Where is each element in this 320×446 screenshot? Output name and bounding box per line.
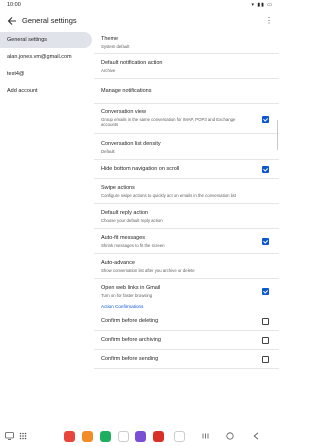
settings-list: Theme System default Default notificatio… <box>94 32 279 422</box>
sidebar-item-account-alan[interactable]: alan.jones.vm@gmail.com <box>0 49 94 65</box>
open-web-links-checkbox[interactable] <box>262 288 269 295</box>
setting-subtitle: Group emails in the same conversation fo… <box>101 117 236 128</box>
setting-title: Confirm before deleting <box>101 318 159 324</box>
confirm-deleting-checkbox[interactable] <box>262 318 269 325</box>
setting-title: Auto-advance <box>101 260 135 266</box>
setting-subtitle: Turn on for faster browsing <box>101 293 153 298</box>
status-time: 10:00 <box>7 2 21 8</box>
setting-open-web-links[interactable]: Open web links in Gmail Turn on for fast… <box>94 279 279 302</box>
app-icon-red-2[interactable] <box>153 431 164 442</box>
sidebar-item-account-test4[interactable]: test4@ <box>0 66 94 82</box>
home-icon[interactable] <box>226 432 234 440</box>
back-arrow-icon[interactable] <box>6 15 18 27</box>
setting-default-notification-action[interactable]: Default notification action Archive <box>94 54 279 79</box>
setting-auto-fit-messages[interactable]: Auto-fit messages Shrink messages to fit… <box>94 229 279 254</box>
setting-subtitle: System default <box>101 44 130 49</box>
setting-title: Manage notifications <box>101 88 152 94</box>
setting-title: Default notification action <box>101 60 163 66</box>
setting-title: Theme <box>101 36 119 42</box>
sidebar-item-label: alan.jones.vm@gmail.com <box>7 54 72 60</box>
setting-title: Conversation list density <box>101 141 161 147</box>
setting-conversation-view[interactable]: Conversation view Group emails in the sa… <box>94 104 279 134</box>
system-icons: ▾ ▮▮ ▭ <box>251 2 273 8</box>
app-icon-grid[interactable] <box>174 431 185 442</box>
status-bar: 10:00 ▾ ▮▮ ▭ <box>0 0 279 12</box>
sidebar-item-add-account[interactable]: Add account <box>0 83 94 99</box>
sidebar-item-general-settings[interactable]: General settings <box>0 32 92 48</box>
setting-subtitle: Archive <box>101 68 116 73</box>
conversation-view-checkbox[interactable] <box>262 116 269 123</box>
taskbar-toggle-icon[interactable] <box>5 432 14 440</box>
setting-subtitle: Shrink messages to fit the screen <box>101 243 165 248</box>
setting-title: Confirm before sending <box>101 356 159 362</box>
setting-subtitle: Show conversation list after you archive… <box>101 268 195 273</box>
app-icon-orange[interactable] <box>82 431 93 442</box>
back-nav-icon[interactable] <box>253 432 259 440</box>
more-options-icon[interactable]: ⋮ <box>265 15 273 27</box>
sidebar-item-label: test4@ <box>7 71 25 77</box>
setting-title: Confirm before archiving <box>101 337 161 343</box>
setting-subtitle: Default <box>101 149 115 154</box>
app-icon-green[interactable] <box>100 431 111 442</box>
setting-subtitle: Configure swipe actions to quickly act o… <box>101 193 236 198</box>
auto-fit-checkbox[interactable] <box>262 238 269 245</box>
section-header-action-confirmations: Action Confirmations <box>101 304 144 309</box>
setting-title: Swipe actions <box>101 185 135 191</box>
setting-default-reply-action[interactable]: Default reply action Choose your default… <box>94 204 279 229</box>
system-nav-bar <box>0 426 279 446</box>
recent-apps-icon[interactable] <box>202 433 209 439</box>
app-drawer-icon[interactable] <box>19 432 27 440</box>
sidebar-item-label: Add account <box>7 88 38 94</box>
setting-conversation-list-density[interactable]: Conversation list density Default <box>94 134 279 160</box>
setting-theme[interactable]: Theme System default <box>94 32 279 54</box>
page-title: General settings <box>22 16 77 25</box>
setting-subtitle: Choose your default reply action <box>101 218 163 223</box>
hide-bottom-nav-checkbox[interactable] <box>262 166 269 173</box>
setting-title: Hide bottom navigation on scroll <box>101 166 180 172</box>
account-sidebar: General settings alan.jones.vm@gmail.com… <box>0 32 94 422</box>
setting-hide-bottom-navigation[interactable]: Hide bottom navigation on scroll <box>94 160 279 179</box>
setting-title: Auto-fit messages <box>101 235 146 241</box>
sidebar-item-label: General settings <box>7 37 48 43</box>
app-icon-red[interactable] <box>64 431 75 442</box>
setting-confirm-before-archiving[interactable]: Confirm before archiving <box>94 331 279 350</box>
setting-title: Default reply action <box>101 210 149 216</box>
setting-auto-advance[interactable]: Auto-advance Show conversation list afte… <box>94 254 279 279</box>
app-bar: General settings ⋮ <box>0 12 279 30</box>
setting-swipe-actions[interactable]: Swipe actions Configure swipe actions to… <box>94 179 279 204</box>
setting-manage-notifications[interactable]: Manage notifications <box>94 79 279 104</box>
setting-confirm-before-sending[interactable]: Confirm before sending <box>94 350 279 369</box>
app-icon-purple[interactable] <box>135 431 146 442</box>
scrollbar[interactable] <box>276 120 278 150</box>
chat-app-icon[interactable] <box>118 431 129 442</box>
setting-title: Conversation view <box>101 109 146 115</box>
setting-title: Open web links in Gmail <box>101 285 161 291</box>
confirm-archiving-checkbox[interactable] <box>262 337 269 344</box>
setting-confirm-before-deleting[interactable]: Confirm before deleting <box>94 312 279 331</box>
confirm-sending-checkbox[interactable] <box>262 356 269 363</box>
